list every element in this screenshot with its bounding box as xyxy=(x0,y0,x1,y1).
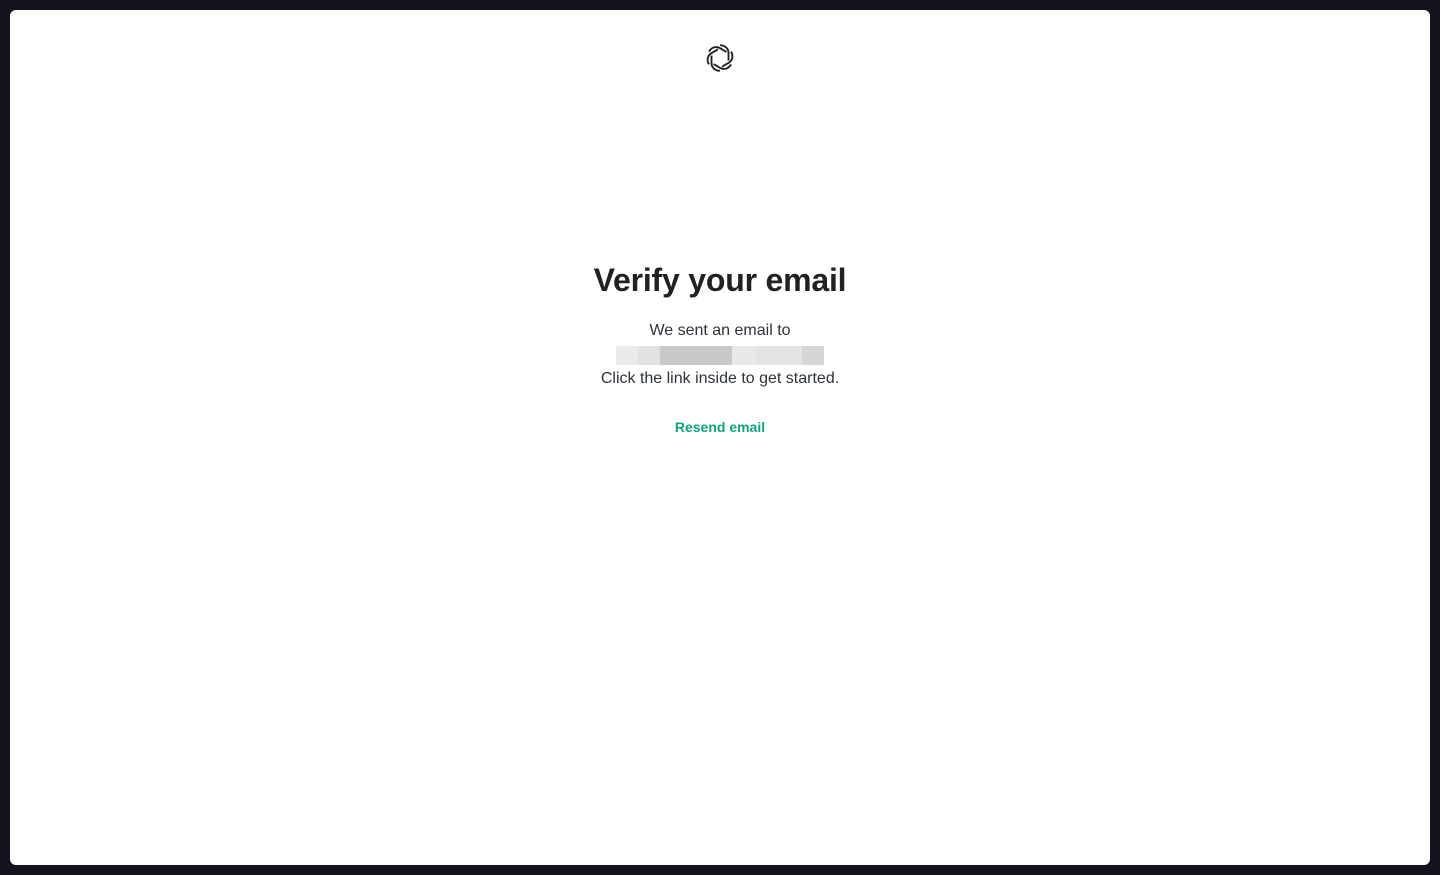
resend-email-link[interactable]: Resend email xyxy=(675,417,765,437)
openai-logo-icon xyxy=(703,41,737,75)
browser-window: Verify your email We sent an email to Cl… xyxy=(10,10,1430,865)
sent-email-text: We sent an email to xyxy=(649,322,791,339)
page-title: Verify your email xyxy=(593,262,847,298)
redacted-email-address xyxy=(616,346,824,365)
verify-email-panel: Verify your email We sent an email to Cl… xyxy=(10,258,1430,437)
instruction-text: Click the link inside to get started. xyxy=(600,370,840,387)
